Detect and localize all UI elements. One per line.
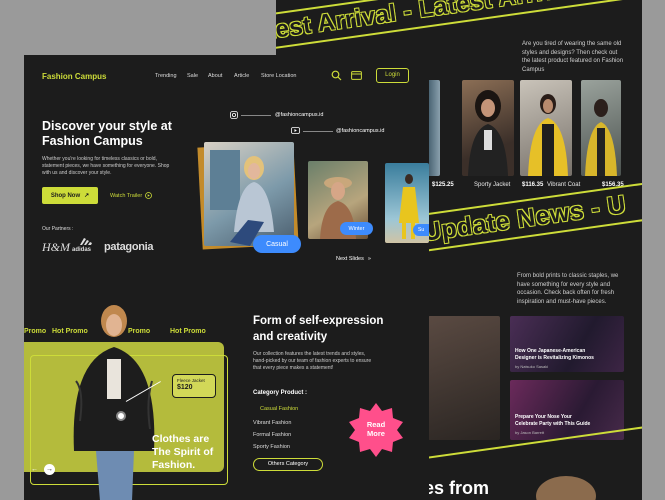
divider-line: [303, 131, 333, 132]
partner-patagonia: patagonia: [104, 241, 154, 253]
cart-icon[interactable]: [351, 71, 362, 80]
next-slides-label: Next Slides: [336, 256, 364, 262]
front-page: Fashion Campus Trending Sale About Artic…: [24, 55, 429, 500]
product-photo-yellow-jacket[interactable]: [520, 80, 572, 176]
product-price-2: $116.35: [522, 182, 544, 188]
instagram-icon[interactable]: [230, 111, 238, 119]
nav-about[interactable]: About: [208, 73, 222, 79]
news-card-1[interactable]: How One Japanese-American Designer is Re…: [510, 316, 624, 372]
nav-store-location[interactable]: Store Location: [261, 73, 296, 79]
expression-title-line1: Form of self-expression: [253, 315, 384, 327]
watch-trailer-button[interactable]: Watch Trailer: [110, 192, 153, 199]
play-circle-icon: [145, 192, 153, 199]
product-tag-price: $120: [177, 384, 193, 391]
product-price-1: $125.25: [432, 182, 454, 188]
news-photo-large[interactable]: [428, 316, 500, 440]
category-casual[interactable]: Casual Fashion: [260, 406, 298, 412]
next-slides-button[interactable]: Next Slides »: [336, 256, 371, 262]
youtube-handle[interactable]: @fashioncampus.id: [336, 128, 384, 134]
youtube-icon[interactable]: [291, 127, 300, 134]
read-more-line2: More: [367, 429, 385, 438]
divider-line: [241, 115, 271, 116]
partner-hm: H&M: [42, 240, 70, 254]
category-vibrant[interactable]: Vibrant Fashion: [253, 420, 291, 426]
partner-adidas: adidas: [72, 247, 92, 253]
nav-trending[interactable]: Trending: [155, 73, 177, 79]
partners-label: Our Partners :: [42, 226, 74, 232]
read-more-label: Read More: [347, 420, 405, 438]
pill-winter[interactable]: Winter: [340, 222, 373, 235]
product-tag-name: Fleece Jacket: [177, 378, 205, 383]
hero-description: Whether you're looking for timeless clas…: [42, 156, 170, 176]
shop-now-button[interactable]: Shop Now ↗: [42, 187, 98, 204]
product-name-sporty-jacket: Sporty Jacket: [474, 182, 511, 188]
shop-now-label: Shop Now: [50, 192, 81, 199]
nav-sale[interactable]: Sale: [187, 73, 198, 79]
nav-article[interactable]: Article: [234, 73, 249, 79]
bottom-photo: [536, 476, 596, 500]
hero-title-line2: Fashion Campus: [42, 134, 143, 148]
slide-image-casual[interactable]: [204, 142, 294, 246]
news-author-2: by Jason Barrett: [515, 430, 545, 435]
product-photo-sporty-jacket[interactable]: [462, 80, 514, 176]
expression-title: Form of self-expression and creativity: [253, 313, 383, 345]
promo-tag-1: Promo: [24, 328, 47, 335]
latest-intro-text: Are you tired of wearing the same old st…: [522, 41, 624, 73]
expression-description: Our collection features the latest trend…: [253, 351, 372, 371]
arrow-right-icon[interactable]: →: [44, 464, 55, 475]
product-tag[interactable]: Fleece Jacket $120: [172, 374, 216, 398]
pill-casual[interactable]: Casual: [253, 235, 301, 253]
instagram-handle[interactable]: @fashioncampus.id: [275, 112, 323, 118]
hero-title: Discover your style at Fashion Campus: [42, 119, 172, 149]
search-icon[interactable]: [331, 70, 342, 81]
promo-headline: Clothes are The Spirit of Fashion.: [152, 433, 213, 472]
product-name-vibrant-coat: Vibrant Coat: [547, 182, 581, 188]
hero-title-line1: Discover your style at: [42, 119, 172, 133]
category-formal[interactable]: Formal Fashion: [253, 432, 291, 438]
read-more-line1: Read: [366, 420, 386, 429]
arrow-left-icon[interactable]: ←: [31, 466, 38, 473]
arrow-up-right-icon: ↗: [84, 193, 90, 199]
expression-title-line2: and creativity: [253, 331, 328, 343]
adidas-logo: [74, 237, 98, 247]
category-sporty[interactable]: Sporty Fashion: [253, 444, 290, 450]
promo-headline-line2: The Spirit of: [152, 446, 214, 458]
news-title-1: How One Japanese-American Designer is Re…: [515, 348, 594, 361]
category-label: Category Product :: [253, 390, 308, 396]
login-button[interactable]: Login: [376, 68, 409, 83]
hotspot-marker[interactable]: [116, 411, 126, 421]
read-more-badge[interactable]: Read More: [347, 401, 405, 459]
bottom-heading: es from: [424, 478, 490, 498]
logo[interactable]: Fashion Campus: [42, 72, 106, 81]
news-title-2: Prepare Your Nose Your Celebrate Party w…: [515, 414, 591, 427]
product-photo-vibrant-coat[interactable]: [581, 80, 621, 176]
promo-headline-line1: Clothes are: [152, 433, 210, 445]
others-category-button[interactable]: Others Category: [253, 458, 323, 471]
pill-summer[interactable]: Su: [413, 224, 429, 236]
news-intro-text: From bold prints to classic staples, we …: [517, 273, 619, 305]
double-arrow-icon: »: [367, 256, 371, 262]
promo-headline-line3: Fashion.: [152, 459, 196, 471]
promo-tag-4: Hot Promo: [170, 328, 206, 335]
watch-trailer-label: Watch Trailer: [110, 192, 143, 199]
news-author-1: by Natsuko Sasaki: [515, 364, 549, 369]
